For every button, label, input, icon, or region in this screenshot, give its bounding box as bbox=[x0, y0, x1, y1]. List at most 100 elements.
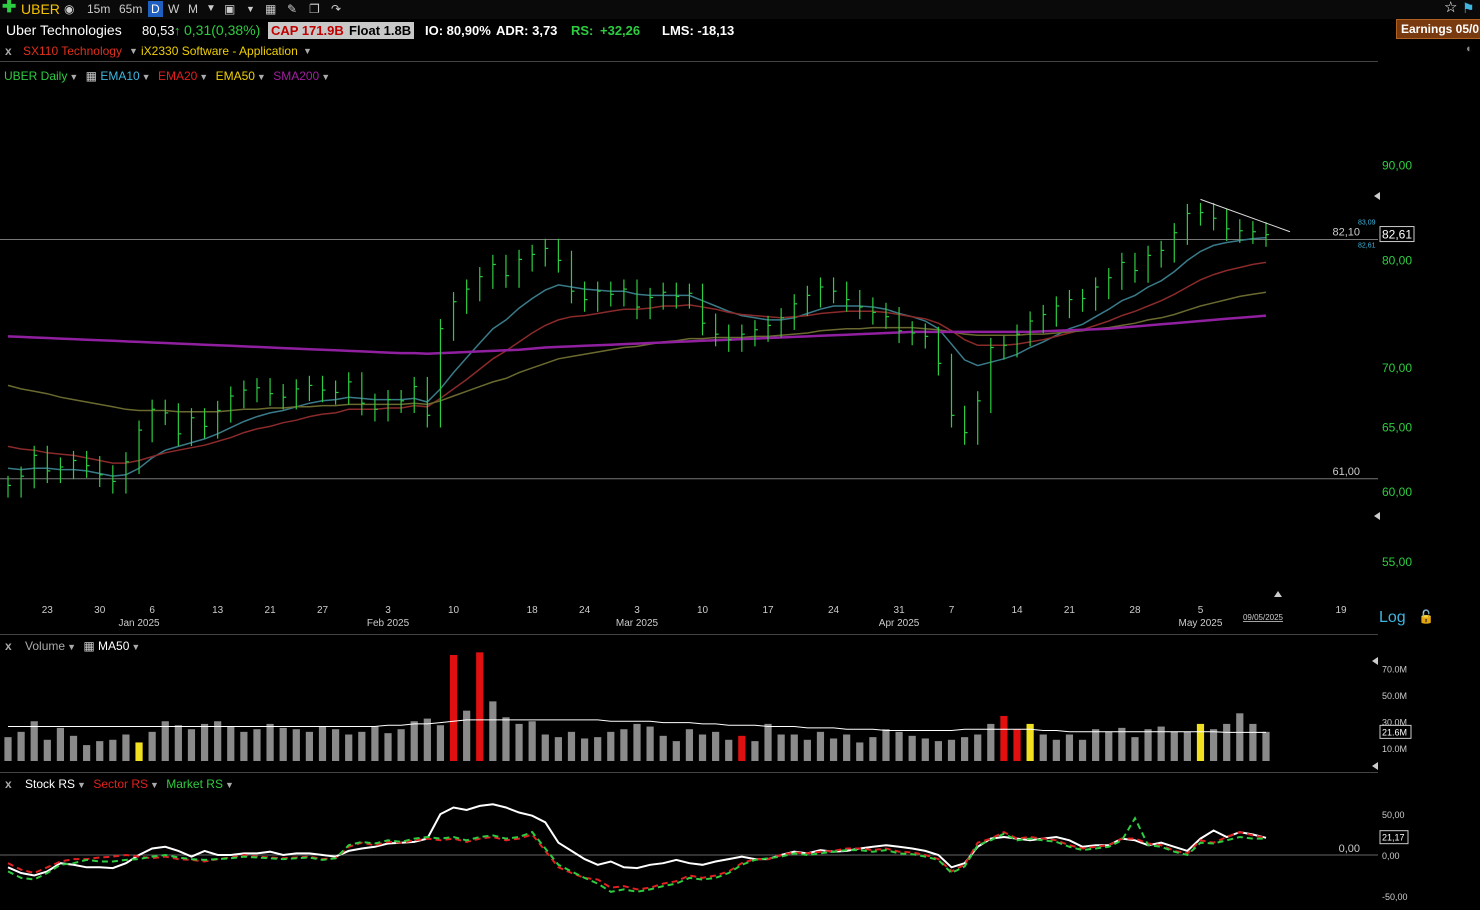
ticker-symbol[interactable]: UBER bbox=[21, 1, 60, 17]
volume-bar bbox=[1065, 734, 1074, 761]
volume-bar bbox=[594, 737, 602, 761]
timeframe-15m[interactable]: 15m bbox=[87, 1, 110, 17]
price-y-tick: 65,00 bbox=[1382, 421, 1412, 435]
volume-bar bbox=[1000, 715, 1008, 761]
volume-bar bbox=[476, 652, 484, 761]
price-y-tick: 90,00 bbox=[1382, 159, 1412, 173]
earnings-badge[interactable]: Earnings 05/0 bbox=[1396, 19, 1480, 39]
rs-y-tick: 0,00 bbox=[1382, 851, 1400, 861]
volume-bar bbox=[829, 738, 838, 761]
volume-bar bbox=[4, 737, 12, 761]
institutional-ownership: IO: 80,90% bbox=[425, 23, 491, 38]
layout-grid-icon[interactable]: ▦ bbox=[265, 1, 276, 17]
volume-bar bbox=[449, 655, 458, 761]
timeframe-daily[interactable]: D bbox=[148, 1, 163, 17]
volume-bar bbox=[174, 725, 182, 761]
price-change: 0,31(0,38%) bbox=[184, 22, 261, 38]
volume-bar bbox=[384, 733, 392, 761]
volume-bar bbox=[135, 742, 143, 761]
star-icon[interactable]: ☆ bbox=[1444, 0, 1457, 16]
volume-bar bbox=[1144, 729, 1152, 761]
volume-bar bbox=[371, 726, 379, 761]
chart-type-icon[interactable]: ▣ bbox=[224, 1, 235, 17]
x-month-label: Mar 2025 bbox=[616, 618, 659, 629]
sector-close-button[interactable]: x bbox=[5, 43, 12, 59]
lock-icon[interactable]: 🔓 bbox=[1418, 609, 1434, 625]
price-y-tick: 80,00 bbox=[1382, 253, 1412, 267]
volume-bar bbox=[30, 721, 38, 761]
volume-bar bbox=[1196, 723, 1205, 761]
share-icon[interactable]: ↷ bbox=[331, 1, 341, 17]
x-day-label: 14 bbox=[1011, 605, 1023, 616]
ma-line-ema10 bbox=[7, 236, 1267, 477]
resistance-label: 82,10 bbox=[1332, 227, 1360, 239]
current-date-label: 09/05/2025 bbox=[1243, 613, 1284, 622]
x-month-label: Jan 2025 bbox=[118, 618, 160, 629]
volume-bar bbox=[882, 729, 890, 761]
x-day-label: 10 bbox=[448, 605, 460, 616]
volume-bar bbox=[1105, 731, 1113, 761]
volume-bar bbox=[56, 727, 65, 761]
volume-bar bbox=[672, 741, 680, 761]
volume-bar bbox=[1223, 723, 1231, 761]
timeframe-monthly[interactable]: M bbox=[188, 1, 198, 17]
volume-bar bbox=[1170, 731, 1178, 761]
volume-bar bbox=[1118, 727, 1126, 761]
price-y-tick: 60,00 bbox=[1382, 485, 1412, 499]
sector-dropdown-icon[interactable]: ▼ bbox=[129, 43, 138, 59]
x-day-label: 23 bbox=[42, 605, 54, 616]
log-scale-toggle[interactable]: Log bbox=[1379, 609, 1406, 627]
rs-chart[interactable]: 50,00 0,00 -50,00 0,00 21,17 bbox=[0, 773, 1480, 910]
scroll-down-icon bbox=[1374, 512, 1380, 520]
x-month-label: May 2025 bbox=[1179, 618, 1223, 629]
camera-icon[interactable]: ◉ bbox=[64, 1, 74, 17]
clone-icon[interactable]: ❐ bbox=[309, 1, 320, 17]
volume-chart[interactable]: 70.0M50.0M30.0M10.0M21.6M bbox=[0, 635, 1480, 773]
chart-type-caret-icon[interactable]: ▼ bbox=[246, 1, 255, 17]
volume-bar bbox=[738, 735, 746, 761]
pencil-icon[interactable]: ✎ bbox=[287, 1, 297, 17]
volume-bar bbox=[947, 739, 956, 761]
volume-bar bbox=[227, 726, 235, 761]
volume-bar bbox=[1039, 734, 1047, 761]
rs-zero-label: 0,00 bbox=[1339, 843, 1360, 855]
volume-bar bbox=[358, 731, 366, 761]
volume-bar bbox=[528, 721, 536, 761]
volume-bar bbox=[895, 731, 903, 761]
volume-bar bbox=[843, 734, 851, 761]
volume-bar bbox=[109, 739, 117, 761]
price-chart[interactable]: 82,10 61,00 90,00 80,00 70,00 65,00 60,00 55,0… bbox=[0, 62, 1480, 634]
volume-bar bbox=[1013, 729, 1021, 761]
volume-bar bbox=[1262, 731, 1270, 761]
x-day-label: 24 bbox=[828, 605, 840, 616]
last-price: 80,53 bbox=[142, 23, 175, 38]
x-day-label: 5 bbox=[1198, 605, 1204, 616]
volume-bar bbox=[436, 725, 445, 761]
up-arrow-icon: ↑ bbox=[174, 23, 181, 38]
x-month-label: Feb 2025 bbox=[367, 618, 410, 629]
float-shares: Float 1.8B bbox=[346, 22, 415, 39]
volume-bar bbox=[1078, 739, 1087, 761]
industry-label[interactable]: iX2330 Software - Application bbox=[141, 43, 298, 59]
volume-scroll-icon bbox=[1372, 657, 1378, 665]
x-day-label: 10 bbox=[697, 605, 709, 616]
sector-label[interactable]: SX110 Technology bbox=[23, 43, 122, 59]
x-day-label: 31 bbox=[894, 605, 906, 616]
x-day-label: 19 bbox=[1335, 605, 1347, 616]
volume-bar bbox=[620, 729, 628, 761]
flag-icon[interactable]: ⚑ bbox=[1462, 0, 1475, 16]
x-day-label: 24 bbox=[579, 605, 591, 616]
industry-dropdown-icon[interactable]: ▼ bbox=[303, 43, 312, 59]
timeframe-dropdown-icon[interactable]: ▼ bbox=[206, 1, 216, 17]
panel-collapse-icon[interactable]: ◐ bbox=[1466, 43, 1473, 55]
timeframe-weekly[interactable]: W bbox=[168, 1, 179, 17]
timeframe-65m[interactable]: 65m bbox=[119, 1, 142, 17]
x-day-label: 6 bbox=[149, 605, 155, 616]
volume-current-label: 21.6M bbox=[1382, 727, 1407, 737]
volume-bar bbox=[318, 726, 327, 761]
volume-bar bbox=[253, 729, 261, 761]
rs-y-tick: 50,00 bbox=[1382, 810, 1405, 820]
volume-bar bbox=[397, 729, 405, 761]
x-day-label: 3 bbox=[634, 605, 640, 616]
add-symbol-icon[interactable]: ✚ bbox=[2, 0, 16, 15]
